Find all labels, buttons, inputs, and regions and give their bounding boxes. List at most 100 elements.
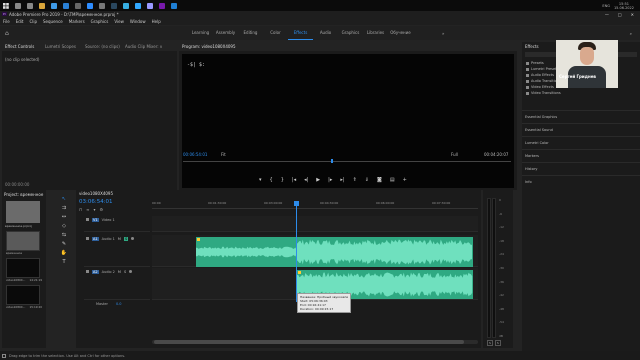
mute-button[interactable]: M [118, 270, 121, 274]
track-lock-icon[interactable] [86, 237, 89, 240]
settings-button[interactable]: + [403, 177, 407, 183]
timeline-playhead-handle[interactable] [294, 201, 299, 206]
lift-button[interactable]: ⇑ [353, 177, 357, 183]
program-fit-select[interactable]: Fit [221, 152, 226, 157]
workspace-tab-editing[interactable]: Editing [238, 26, 263, 40]
track-target-a2[interactable]: A2 [92, 270, 99, 274]
timeline-scrollbar-thumb[interactable] [154, 340, 464, 344]
timeline-timecode[interactable]: 03:06:54:01 [79, 199, 113, 205]
program-quality-select[interactable]: Full [451, 152, 458, 157]
track-target-v1[interactable]: V1 [92, 218, 99, 222]
mute-button[interactable]: M [118, 237, 121, 241]
selection-tool-icon[interactable]: ↖ [62, 196, 66, 202]
program-timecode[interactable]: 00:06:54:01 [183, 152, 207, 157]
go-to-in-button[interactable]: |◂ [292, 177, 296, 183]
menu-help[interactable]: Help [152, 19, 161, 24]
taskbar-premiere-icon[interactable] [147, 2, 153, 9]
menu-window[interactable]: Window [130, 19, 146, 24]
workspace-tab--[interactable]: Обучение [388, 26, 413, 40]
taskbar-steam-icon[interactable] [111, 2, 117, 9]
go-to-out-button[interactable]: ▸| [340, 177, 344, 183]
workspace-tab-audio[interactable]: Audio [313, 26, 338, 40]
step-back-button[interactable]: ◂| [304, 177, 308, 183]
add-marker-icon[interactable]: ▾ [93, 207, 95, 212]
track-lock-icon[interactable] [86, 270, 89, 273]
project-item[interactable]: video1080X... 15:19:20 [6, 285, 42, 309]
tab-timeline[interactable]: video1080X4095 [79, 191, 113, 196]
taskbar-telegram-icon[interactable] [123, 2, 129, 9]
project-item[interactable]: временное [6, 231, 42, 255]
add-marker-button[interactable]: ▾ [259, 177, 262, 183]
track-select-tool-icon[interactable]: ⇉ [62, 205, 66, 211]
workspace-tab-graphics[interactable]: Graphics [338, 26, 363, 40]
hand-tool-icon[interactable]: ✋ [61, 250, 67, 256]
windows-start-icon[interactable] [0, 0, 11, 11]
tab-project[interactable]: Project: временное [4, 192, 43, 197]
menu-graphics[interactable]: Graphics [91, 19, 109, 24]
menu-markers[interactable]: Markers [69, 19, 85, 24]
video-track-1-lane[interactable] [152, 216, 478, 232]
search-help-icon[interactable]: ⌕ [630, 31, 632, 36]
voice-over-record-icon[interactable] [129, 270, 133, 273]
master-volume[interactable]: 0.0 [116, 302, 122, 306]
menu-view[interactable]: View [114, 19, 124, 24]
program-playhead[interactable] [331, 159, 333, 163]
panel-section-history[interactable]: History [522, 162, 640, 175]
snap-icon[interactable]: ⊓ [79, 207, 82, 212]
taskbar-terminal-icon[interactable] [99, 2, 105, 9]
program-scrub-bar[interactable] [183, 161, 511, 162]
workspace-tab-learning[interactable]: Learning [188, 26, 213, 40]
meter-solo-button[interactable]: S [487, 340, 493, 346]
workspace-tab-color[interactable]: Color [263, 26, 288, 40]
step-forward-button[interactable]: |▸ [328, 177, 332, 183]
project-item[interactable]: video1080X... 14:21:19 [6, 258, 42, 282]
workspace-tab-assembly[interactable]: Assembly [213, 26, 238, 40]
play-button[interactable]: ▶ [316, 177, 320, 183]
timeline-playhead-line[interactable] [296, 202, 297, 302]
project-bin-preview[interactable] [6, 201, 40, 223]
workspace-tab-effects[interactable]: Effects [288, 26, 313, 40]
taskbar-task-view-icon[interactable] [27, 2, 33, 9]
menu-clip[interactable]: Clip [29, 19, 37, 24]
slip-tool-icon[interactable]: ⇆ [62, 232, 66, 238]
track-lock-icon[interactable] [86, 218, 89, 221]
audio-clip-1[interactable] [196, 237, 473, 267]
taskbar-search-icon[interactable] [15, 2, 21, 9]
comparison-button[interactable]: ▤ [390, 177, 395, 183]
wrench-icon[interactable]: ⚙ [99, 207, 103, 212]
menu-edit[interactable]: Edit [16, 19, 24, 24]
panel-section-essential-graphics[interactable]: Essential Graphics [522, 110, 640, 123]
tab-source-no-clips[interactable]: Source: (no clips) [82, 42, 122, 51]
effects-folder-item[interactable]: Video Transitions [526, 90, 636, 96]
tab-program-monitor[interactable]: Program: video1080X4095 [182, 44, 236, 49]
taskbar-photoshop-icon[interactable] [135, 2, 141, 9]
voice-over-record-icon[interactable] [131, 237, 135, 240]
workspace-overflow-icon[interactable]: » [442, 31, 444, 36]
extract-button[interactable]: ⇓ [365, 177, 369, 183]
panel-section-essential-sound[interactable]: Essential Sound [522, 123, 640, 136]
minimize-button[interactable]: — [605, 12, 609, 17]
close-button[interactable]: ✕ [631, 12, 634, 17]
panel-section-lumetri-color[interactable]: Lumetri Color [522, 136, 640, 149]
linked-selection-icon[interactable]: ∞ [86, 207, 89, 212]
track-target-a1[interactable]: A1 [92, 237, 99, 241]
home-icon[interactable]: ⌂ [5, 30, 9, 37]
mark-out-button[interactable]: } [281, 177, 284, 183]
solo-button[interactable]: S [124, 270, 126, 274]
taskbar-edge-icon[interactable] [63, 2, 69, 9]
mark-in-button[interactable]: { [270, 177, 273, 183]
panel-section-info[interactable]: Info [522, 175, 640, 188]
pen-tool-icon[interactable]: ✎ [62, 241, 66, 247]
taskbar-vscode-icon[interactable] [171, 2, 177, 9]
taskbar-zoom-icon[interactable] [87, 2, 93, 9]
panel-section-markers[interactable]: Markers [522, 149, 640, 162]
razor-tool-icon[interactable]: ◇ [62, 223, 66, 229]
export-frame-button[interactable]: ◙ [377, 177, 382, 183]
type-tool-icon[interactable]: T [62, 259, 65, 265]
taskbar-file-explorer-icon[interactable] [39, 2, 45, 9]
tray-language[interactable]: ENG [602, 4, 610, 8]
meter-solo-button[interactable]: S [494, 340, 501, 346]
workspace-tab-libraries[interactable]: Libraries [363, 26, 388, 40]
menu-file[interactable]: File [3, 19, 10, 24]
tab-audio-clip-mixer-video1[interactable]: Audio Clip Mixer: video1 [122, 42, 162, 51]
